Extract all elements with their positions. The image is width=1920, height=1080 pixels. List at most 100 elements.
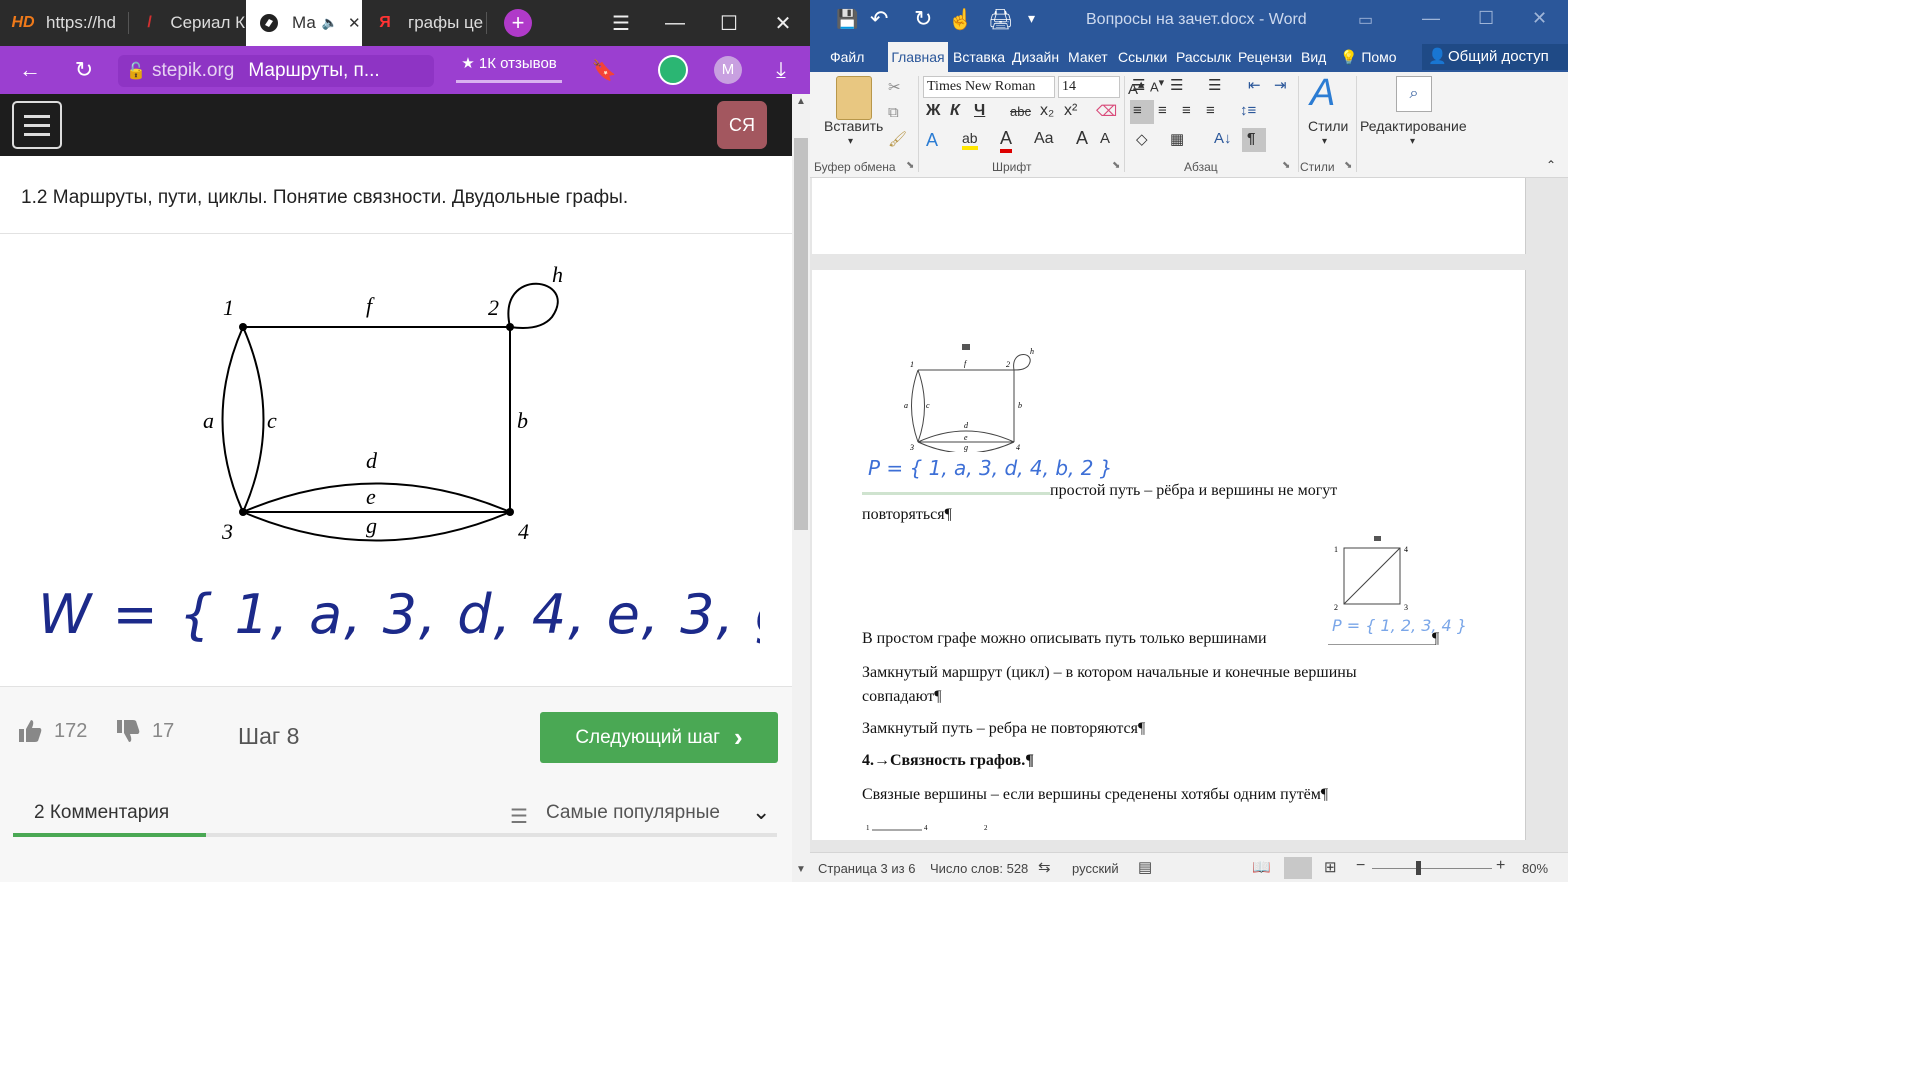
word-count[interactable]: Число слов: 528 <box>930 861 1028 876</box>
tab-references[interactable]: Ссылки <box>1118 42 1167 72</box>
subscript-icon[interactable]: x₂ <box>1040 102 1054 120</box>
line-spacing-icon[interactable]: ↕≡ <box>1240 102 1256 119</box>
tab-home[interactable]: Главная <box>888 42 948 72</box>
tab-insert[interactable]: Вставка <box>953 42 1005 72</box>
styles-launcher-icon[interactable]: ⬊ <box>1344 160 1352 171</box>
align-right-icon[interactable]: ≡ <box>1182 102 1191 119</box>
zoom-in-icon[interactable]: + <box>1496 857 1505 875</box>
document-page[interactable]: 1 2 3 4 f h a c b d e g P = { 1, a, 3, d… <box>812 270 1526 840</box>
scroll-up-icon[interactable]: ▲ <box>796 96 806 107</box>
styles-dropdown-icon[interactable]: ▾ <box>1322 136 1327 147</box>
extension-icon[interactable] <box>658 55 688 85</box>
zoom-slider-thumb[interactable] <box>1416 861 1421 875</box>
chevron-down-icon[interactable]: ⌄ <box>752 799 770 825</box>
user-avatar[interactable]: СЯ <box>717 101 767 149</box>
strikethrough-icon[interactable]: abc <box>1010 104 1031 119</box>
align-center-icon[interactable]: ≡ <box>1158 102 1167 119</box>
url-field[interactable]: 🔓 stepik.org Маршруты, п... <box>118 55 434 87</box>
menu-icon[interactable]: ☰ <box>594 0 648 46</box>
zoom-level[interactable]: 80% <box>1522 861 1548 876</box>
tab-help[interactable]: 💡 Помо <box>1340 42 1397 72</box>
like-button[interactable]: 172 <box>16 717 87 745</box>
increase-indent-icon[interactable]: ⇥ <box>1274 76 1287 94</box>
next-step-button[interactable]: Следующий шаг › <box>540 712 778 763</box>
print-layout-icon[interactable] <box>1284 857 1312 879</box>
scroll-down-icon[interactable]: ▼ <box>796 864 806 875</box>
macro-icon[interactable]: ▤ <box>1138 858 1152 876</box>
paragraph-launcher-icon[interactable]: ⬊ <box>1282 160 1290 171</box>
language[interactable]: русский <box>1072 861 1119 876</box>
borders-icon[interactable]: ▦ <box>1170 130 1184 148</box>
save-icon[interactable]: 💾 <box>836 9 858 30</box>
shading-icon[interactable]: ◇ <box>1136 130 1148 148</box>
highlight-icon[interactable]: ab <box>962 130 978 150</box>
editing-button[interactable]: Редактирование <box>1360 118 1467 134</box>
close-button[interactable]: ✕ <box>1532 8 1547 29</box>
superscript-icon[interactable]: x² <box>1064 102 1077 120</box>
sort-dropdown[interactable]: Самые популярные <box>546 802 720 824</box>
clear-formatting-icon[interactable]: ⌫ <box>1096 102 1117 120</box>
page-scrollbar[interactable]: ▲ ▼ <box>792 94 810 882</box>
speaker-icon[interactable]: 🔈 <box>322 15 338 31</box>
bookmark-icon[interactable]: 🔖 <box>588 46 620 94</box>
clipboard-launcher-icon[interactable]: ⬊ <box>906 160 914 171</box>
tab-mailings[interactable]: Рассылк <box>1176 42 1231 72</box>
grow-font-2-icon[interactable]: A <box>1076 128 1088 149</box>
decrease-indent-icon[interactable]: ⇤ <box>1248 76 1261 94</box>
italic-icon[interactable]: К <box>950 102 960 120</box>
shrink-font-icon[interactable]: A▾ <box>1150 76 1164 94</box>
bullets-icon[interactable]: ☰ <box>1132 76 1145 94</box>
search-icon[interactable]: ⌕ <box>1396 76 1432 112</box>
close-tab-icon[interactable]: ✕ <box>348 14 361 32</box>
touch-mode-icon[interactable]: ☝ <box>948 7 973 32</box>
styles-button[interactable]: Стили <box>1308 118 1348 134</box>
tab-hd[interactable]: HD https://hd <box>0 0 128 46</box>
read-mode-icon[interactable]: 📖 <box>1252 858 1271 876</box>
share-button[interactable]: 👤 Общий доступ <box>1422 44 1568 70</box>
cut-icon[interactable]: ✂ <box>888 78 901 96</box>
copy-icon[interactable]: ⧉ <box>888 104 899 121</box>
web-layout-icon[interactable]: ⊞ <box>1324 858 1337 876</box>
font-color-icon[interactable]: A <box>1000 128 1013 153</box>
multilevel-list-icon[interactable]: ☰ <box>1208 76 1221 94</box>
image-handle-icon[interactable] <box>1374 536 1381 541</box>
underline-icon[interactable]: Ч <box>974 102 985 120</box>
proofing-icon[interactable]: ⇆ <box>1038 858 1051 876</box>
tab-file[interactable]: Файл <box>830 42 870 72</box>
customize-qat-icon[interactable]: ▾ <box>1028 10 1035 27</box>
tab-serial[interactable]: / Сериал К <box>129 0 245 46</box>
scroll-thumb[interactable] <box>794 138 808 530</box>
download-icon[interactable]: ⤓ <box>766 46 796 94</box>
reload-icon[interactable]: ↻ <box>66 46 102 94</box>
tab-view[interactable]: Вид <box>1301 42 1326 72</box>
zoom-slider[interactable] <box>1372 868 1492 869</box>
hamburger-menu-button[interactable] <box>12 101 62 149</box>
font-name-box[interactable]: Times New Roman <box>923 76 1055 98</box>
text-effects-icon[interactable]: A <box>926 130 938 151</box>
maximize-button[interactable]: ☐ <box>702 0 756 46</box>
collapse-ribbon-icon[interactable]: ⌃ <box>1546 158 1556 172</box>
image-handle-icon[interactable] <box>962 344 970 350</box>
minimize-button[interactable]: — <box>648 0 702 46</box>
tab-layout[interactable]: Макет <box>1068 42 1108 72</box>
undo-icon[interactable]: ↶ <box>870 6 888 32</box>
comments-tab[interactable]: 2 Комментария <box>34 802 169 824</box>
new-tab-button[interactable]: + <box>504 9 532 37</box>
ribbon-options-icon[interactable]: ▭ <box>1358 10 1373 30</box>
minimize-button[interactable]: — <box>1422 8 1440 29</box>
bold-icon[interactable]: Ж <box>926 102 940 120</box>
profile-avatar[interactable]: M <box>714 56 742 84</box>
font-launcher-icon[interactable]: ⬊ <box>1112 160 1120 171</box>
justify-icon[interactable]: ≡ <box>1206 102 1215 119</box>
sort-icon[interactable]: A↓ <box>1214 130 1232 147</box>
tab-design[interactable]: Дизайн <box>1012 42 1059 72</box>
document-scrollbar[interactable] <box>1550 178 1568 852</box>
tab-review[interactable]: Рецензи <box>1238 42 1292 72</box>
shrink-font-2-icon[interactable]: A <box>1100 130 1110 147</box>
font-size-box[interactable]: 14 <box>1058 76 1120 98</box>
dislike-button[interactable]: 17 <box>114 717 174 745</box>
paste-icon[interactable] <box>836 76 872 120</box>
editing-dropdown-icon[interactable]: ▾ <box>1410 136 1415 147</box>
tab-stepik-active[interactable]: Ма 🔈 ✕ <box>246 0 362 46</box>
page-count[interactable]: Страница 3 из 6 <box>818 861 915 876</box>
